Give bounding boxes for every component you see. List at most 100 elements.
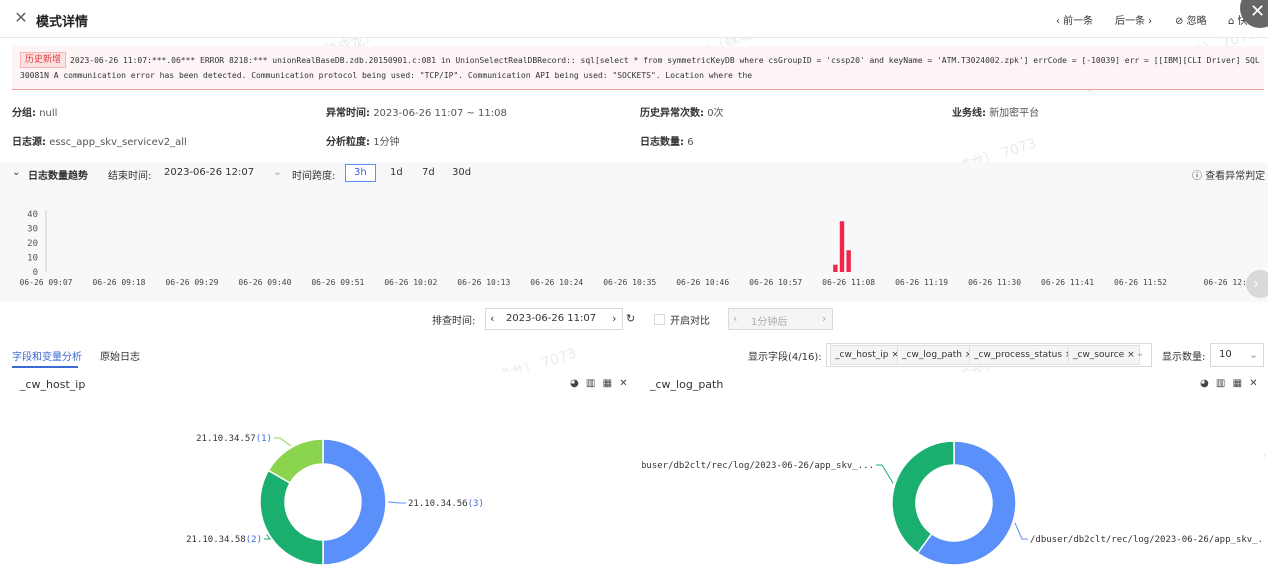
view-abnormal-link[interactable]: ⓘ 查看异常判定	[1192, 167, 1265, 182]
leader-line	[876, 464, 894, 484]
y-tick-label: 30	[27, 225, 38, 235]
time-span-label: 时间跨度:	[292, 171, 336, 182]
x-tick-label: 06-26 09:18	[92, 278, 145, 287]
end-time-label: 结束时间:	[108, 171, 152, 182]
sort-time-label: 排查时间:	[432, 316, 476, 327]
donut-chart: /dbuser/db2clt/rec/log/2023-06-26/app_sk…	[642, 440, 1264, 566]
bar	[833, 264, 838, 272]
x-tick-label: 06-26 11:52	[1114, 278, 1167, 287]
trend-toolbar: ⌄ 日志数量趋势 结束时间: 2023-06-26 12:07 ⌄ 时间跨度: …	[0, 162, 1268, 184]
compare-checkbox[interactable]	[654, 314, 665, 325]
slice-label: 21.10.34.57(1)	[196, 434, 272, 444]
field-chip[interactable]: _cw_host_ip ×	[830, 345, 904, 365]
info-icon: ⓘ	[1192, 171, 1202, 182]
span-30d-button[interactable]: 30d	[443, 164, 480, 182]
modal-header: ✕ 模式详情 ‹ 前一条 后一条 › ⊘ 忽略 ⌂ 快 ✕	[0, 0, 1268, 38]
display-count-label: 显示数量:	[1162, 352, 1206, 363]
trend-chart-svg: 0 10 20 30 40 06-26 09:07 06-26 09:18 06-26 09:…	[20, 210, 1257, 287]
slice-label: 21.10.34.58(2)	[186, 535, 262, 545]
field-chip[interactable]: _cw_source ×	[1068, 345, 1140, 365]
y-tick-label: 20	[27, 239, 38, 249]
x-tick-label: 06-26 09:29	[165, 278, 218, 287]
x-tick-label: 06-26 10:24	[530, 278, 583, 287]
trend-title: 日志数量趋势	[28, 171, 88, 182]
y-tick-label: 10	[27, 254, 38, 264]
span-3h-button[interactable]: 3h	[345, 164, 376, 182]
x-tick-label: 06-26 09:07	[20, 278, 73, 287]
donut-slice	[322, 438, 387, 566]
camera-icon: ⌂	[1228, 16, 1235, 27]
ignore-button[interactable]: ⊘ 忽略	[1175, 12, 1207, 27]
error-message: 2023-06-26 11:07:***.06*** ERROR 8218:**…	[20, 56, 1260, 80]
leader-line	[274, 437, 291, 447]
end-time-select[interactable]: 2023-06-26 12:07 ⌄	[164, 167, 282, 178]
display-count-select[interactable]: 10 ⌄	[1210, 343, 1264, 367]
tab-raw-log[interactable]: 原始日志	[100, 348, 140, 363]
next-arrow-icon[interactable]: ›	[612, 312, 616, 325]
y-tick-label: 40	[27, 210, 38, 220]
bar	[846, 250, 851, 272]
x-tick-label: 06-26 10:02	[384, 278, 437, 287]
span-1d-button[interactable]: 1d	[381, 164, 412, 182]
compare-offset-picker[interactable]: ‹ 1分钟后 ›	[728, 308, 833, 330]
prev-arrow-icon[interactable]: ‹	[490, 312, 494, 325]
end-time-value: 2023-06-26 12:07	[164, 167, 255, 178]
refresh-icon[interactable]: ↻	[626, 312, 635, 325]
x-tick-label: 06-26 11:41	[1041, 278, 1094, 287]
field-chip[interactable]: _cw_log_path ×	[897, 345, 978, 365]
sort-time-picker[interactable]: ‹ 2023-06-26 11:07 ›	[485, 308, 623, 330]
leader-line	[1014, 522, 1028, 540]
prev-arrow-icon: ‹	[733, 312, 738, 325]
slice-label: /dbuser/db2clt/rec/log/2023-06-26/app_sk…	[1030, 535, 1264, 545]
field-chip[interactable]: _cw_process_status ×	[969, 345, 1078, 365]
compare-offset-value: 1分钟后	[751, 317, 788, 328]
log-count-chart: 0 10 20 30 40 06-26 09:07 06-26 09:18 06-26 09:…	[0, 184, 1268, 302]
x-tick-label: 06-26 09:40	[238, 278, 291, 287]
next-arrow-icon: ›	[822, 312, 827, 325]
span-7d-button[interactable]: 7d	[413, 164, 444, 182]
close-icon[interactable]: ×	[1127, 350, 1135, 360]
info-time: 异常时间: 2023-06-26 11:07 ~ 11:08	[326, 108, 507, 119]
analysis-tabs-row: 字段和变量分析 原始日志 显示字段(4/16): _cw_host_ip × _…	[0, 342, 1268, 370]
x-tick-label: 06-26 11:30	[968, 278, 1021, 287]
collapse-chevron-icon[interactable]: ⌄	[12, 167, 20, 178]
sort-time-value: 2023-06-26 11:07	[506, 313, 597, 324]
controls-row: 排查时间: ‹ 2023-06-26 11:07 › ↻ 开启对比 ‹ 1分钟后…	[0, 306, 1268, 336]
leader-line	[387, 501, 406, 504]
x-tick-label: 06-26 11:08	[822, 278, 875, 287]
donut-chart: 21.10.34.56(3) 21.10.34.58(2) 21.10.34.57(…	[186, 434, 484, 566]
x-tick-label: 06-26 10:46	[676, 278, 729, 287]
x-tick-label: 06-26 11:19	[895, 278, 948, 287]
history-new-badge: 历史新增	[20, 52, 67, 68]
display-fields-label: 显示字段(4/16):	[748, 352, 822, 363]
chart-next-arrow-icon[interactable]: ›	[1246, 270, 1268, 298]
x-tick-label: 06-26 10:35	[603, 278, 656, 287]
close-icon[interactable]: ✕	[12, 9, 30, 27]
page-title: 模式详情	[36, 15, 89, 30]
info-granularity: 分析粒度: 1分钟	[326, 137, 400, 148]
view-abnormal-label: 查看异常判定	[1205, 171, 1266, 182]
tab-field-analysis[interactable]: 字段和变量分析	[12, 348, 82, 363]
info-log-count: 日志数量: 6	[640, 137, 694, 148]
tab-underline	[12, 366, 78, 368]
ignore-label: 忽略	[1186, 16, 1207, 27]
display-count-value: 10	[1219, 349, 1232, 360]
chevron-down-icon[interactable]: ⌄	[1136, 348, 1144, 359]
ban-icon: ⊘	[1175, 16, 1184, 27]
prev-button[interactable]: ‹ 前一条	[1056, 12, 1093, 27]
chevron-down-icon: ⌄	[1249, 348, 1259, 361]
info-business-line: 业务线: 新加密平台	[952, 108, 1040, 119]
x-tick-label: 06-26 10:57	[749, 278, 802, 287]
bar	[839, 221, 845, 272]
info-history-count: 历史异常次数: 0次	[640, 108, 724, 119]
info-log-source: 日志源: essc_app_skv_servicev2_all	[12, 137, 187, 148]
field-panel-host-ip: _cw_host_ip ◕ ▥ ▦ ✕ 21.10.34.56(3) 21.10.…	[12, 372, 636, 567]
chevron-down-icon: ⌄	[273, 167, 282, 178]
slice-label: /dbuser/db2clt/rec/log/2023-06-26/app_sk…	[642, 461, 874, 471]
compare-label: 开启对比	[670, 316, 710, 327]
field-panel-log-path: _cw_log_path ◕ ▥ ▦ ✕ /dbuser/db2clt/rec/…	[642, 372, 1264, 567]
next-button[interactable]: 后一条 ›	[1115, 12, 1152, 27]
donut-slice	[259, 469, 324, 566]
error-banner: 2023-06-26 11:07:***.06*** ERROR 8218:**…	[12, 46, 1264, 90]
donut-slice	[891, 440, 955, 555]
